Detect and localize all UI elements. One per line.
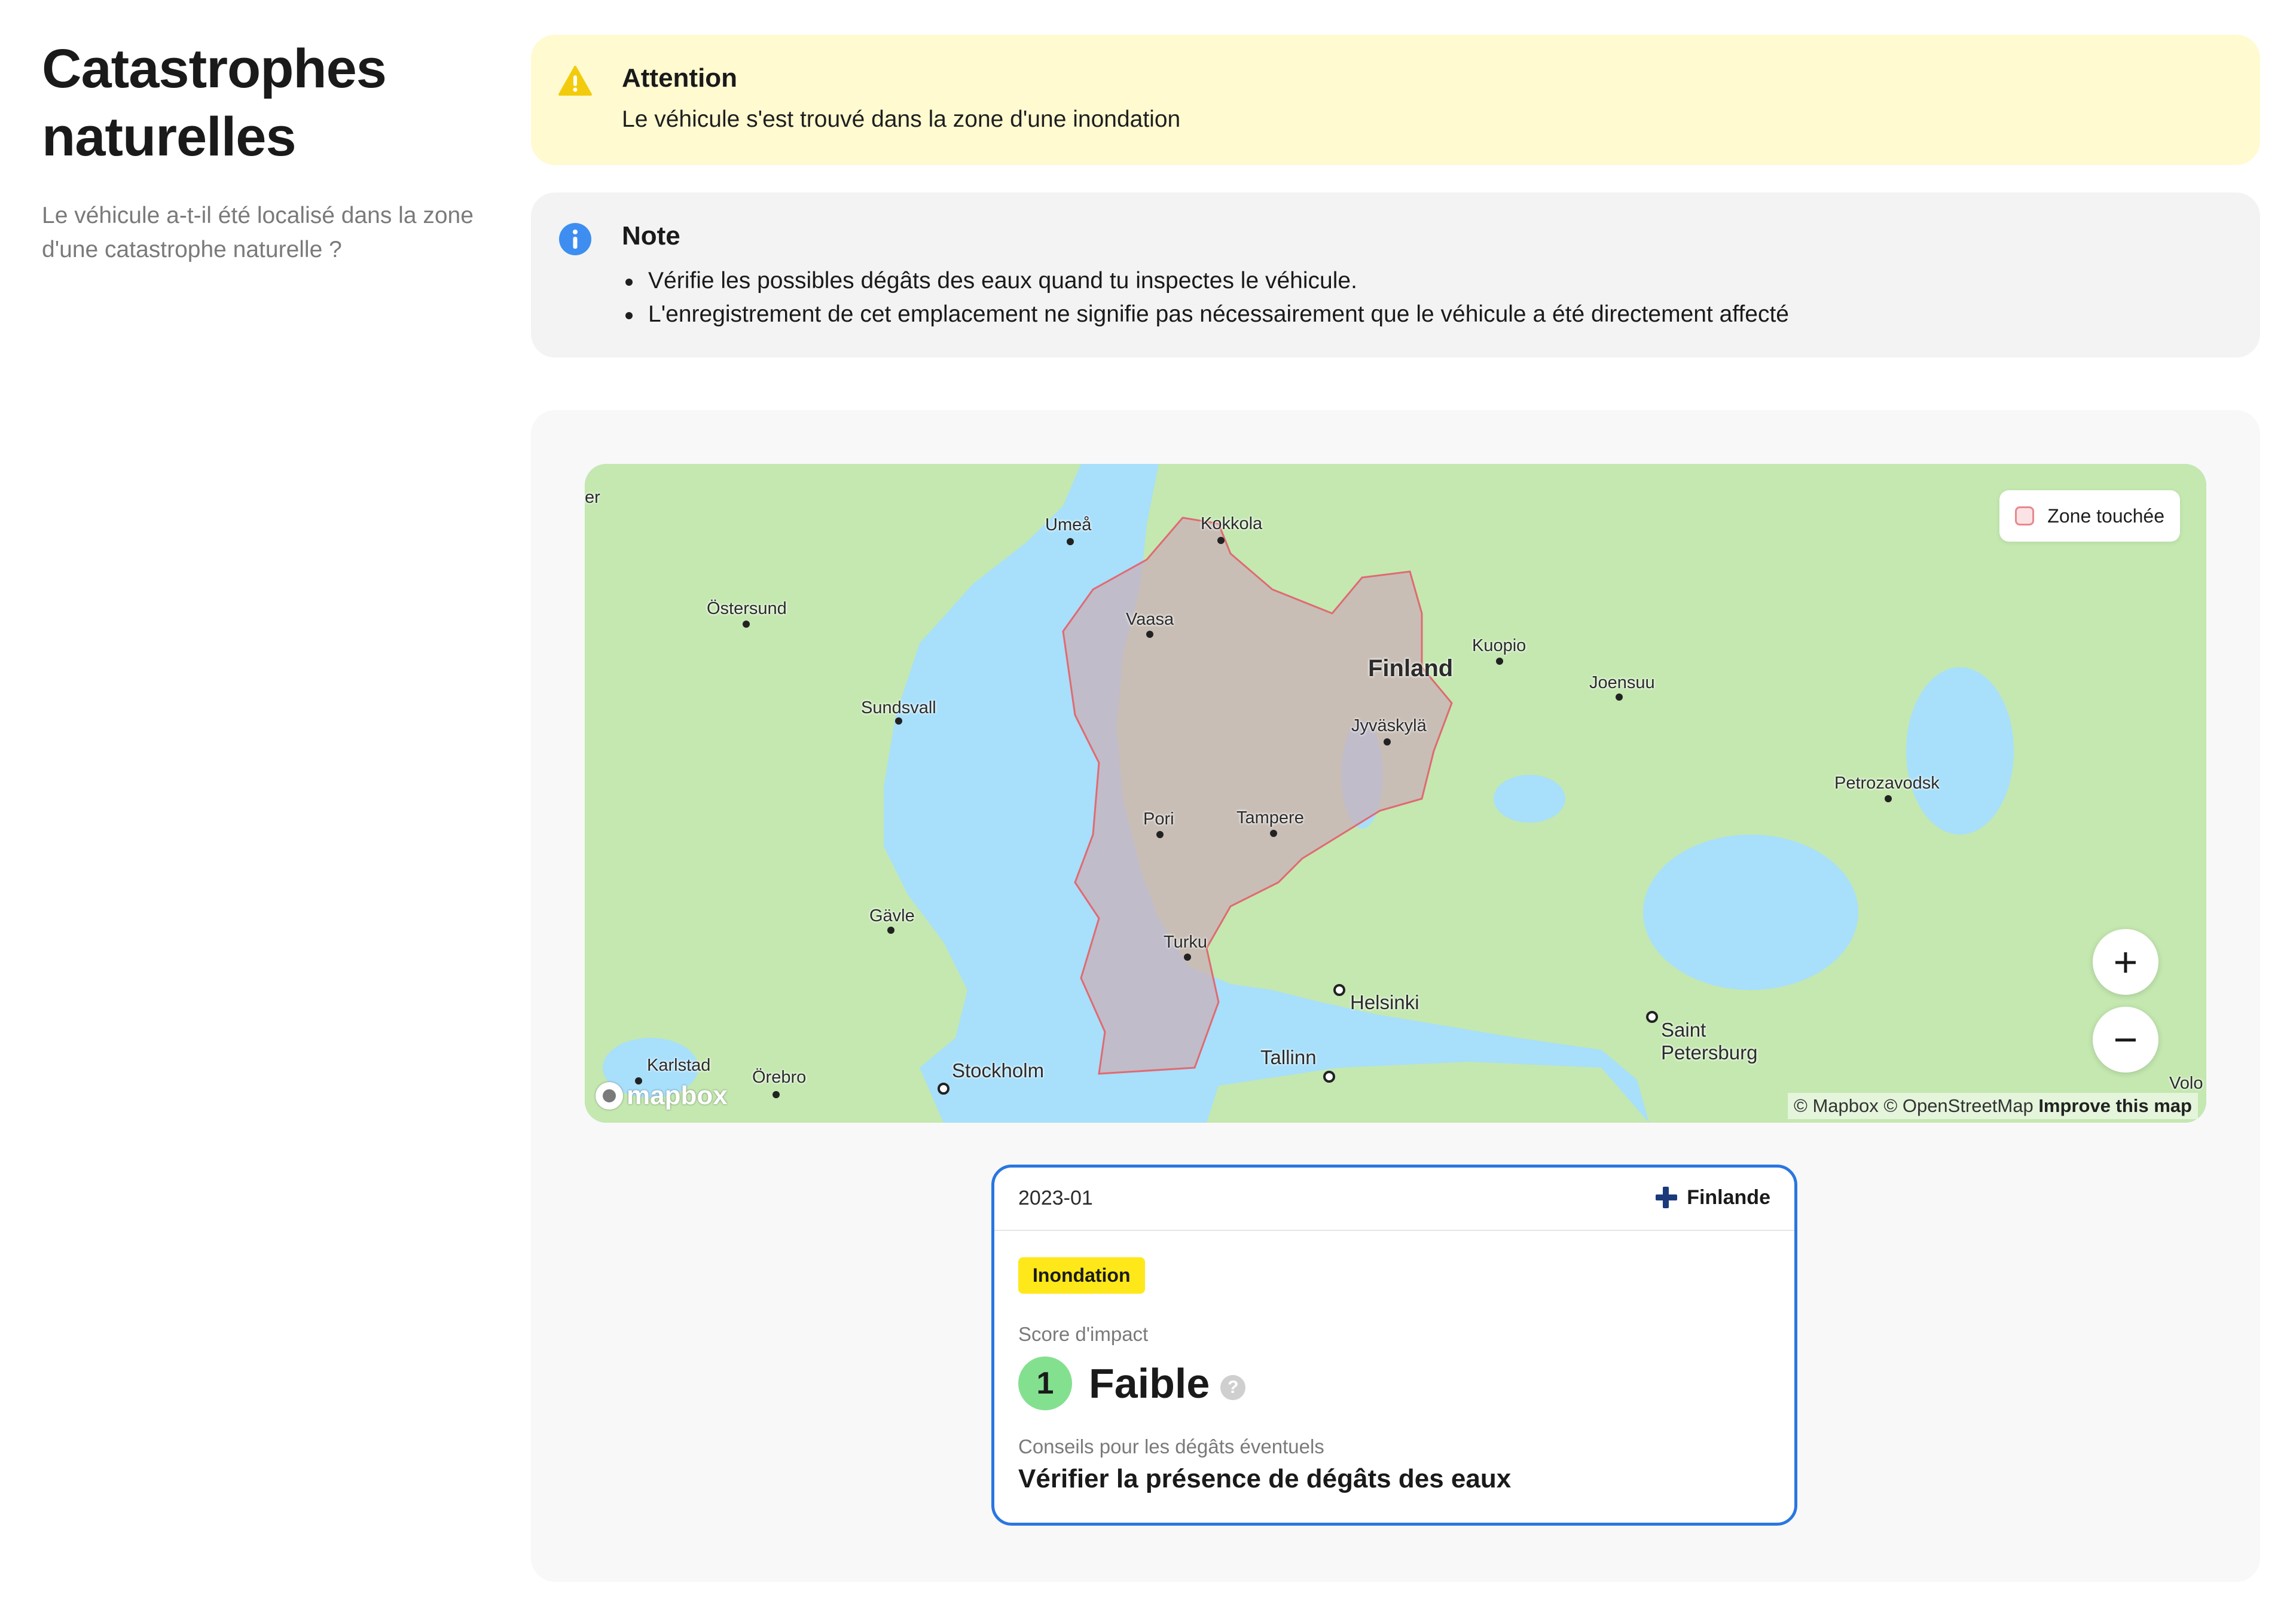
city-dot xyxy=(1646,1011,1658,1023)
card-header: 2023-01 Finlande xyxy=(994,1168,1794,1231)
page-subtitle: Le véhicule a-t-il été localisé dans la … xyxy=(42,203,474,262)
map-label: Kokkola xyxy=(1201,514,1263,533)
warning-triangle-icon xyxy=(558,66,592,96)
city-dot xyxy=(1067,538,1074,545)
map-label: Volo xyxy=(2169,1074,2203,1093)
event-type-badge: Inondation xyxy=(1018,1257,1145,1294)
advice-text: Vérifier la présence de dégâts des eaux xyxy=(1018,1464,1512,1493)
legend-swatch xyxy=(2015,506,2035,525)
mapbox-logo[interactable]: mapbox xyxy=(596,1081,728,1111)
city-dot xyxy=(938,1083,949,1095)
map-canvas[interactable] xyxy=(585,464,2206,1123)
map-view[interactable]: er Umeå Kokkola Östersund Vaasa Kuopio F… xyxy=(585,464,2206,1123)
city-dot xyxy=(1156,831,1164,838)
page-title: Catastrophes naturelles xyxy=(42,38,387,167)
warning-title: Attention xyxy=(622,63,738,93)
city-dot xyxy=(1146,631,1153,638)
map-label: Saint xyxy=(1661,1019,1706,1041)
map-label: Helsinki xyxy=(1350,991,1419,1013)
lake-onega xyxy=(1906,667,2014,835)
map-label: Petersburg xyxy=(1661,1041,1758,1064)
legend-label: Zone touchée xyxy=(2047,505,2164,527)
map-label: Umeå xyxy=(1045,515,1092,534)
disaster-event-card[interactable]: 2023-01 Finlande Inondation Score d'impa… xyxy=(991,1165,1797,1526)
city-dot xyxy=(773,1091,780,1098)
mapbox-logo-text: mapbox xyxy=(627,1081,728,1110)
warning-text: Le véhicule s'est trouvé dans la zone d'… xyxy=(622,106,1181,132)
score-label: Score d'impact xyxy=(1018,1323,1149,1345)
map-label: Turku xyxy=(1164,933,1208,952)
map-panel: er Umeå Kokkola Östersund Vaasa Kuopio F… xyxy=(531,410,2260,1582)
score-row: 1 Faible ? xyxy=(1018,1356,1246,1410)
city-dot xyxy=(1885,795,1892,802)
city-dot xyxy=(887,927,894,934)
map-label: er xyxy=(585,488,600,507)
map-label: Vaasa xyxy=(1126,610,1174,629)
info-circle-icon xyxy=(559,223,591,255)
map-label: Tallinn xyxy=(1260,1046,1317,1068)
country-name: Finlande xyxy=(1687,1186,1770,1209)
city-dot xyxy=(1333,984,1345,996)
score-value: 1 xyxy=(1018,1356,1072,1410)
map-attribution: © Mapbox © OpenStreetMap Improve this ma… xyxy=(1788,1093,2198,1119)
lake-saimaa xyxy=(1494,775,1565,823)
zoom-in-button[interactable]: + xyxy=(2093,929,2158,995)
event-date: 2023-01 xyxy=(1018,1187,1093,1209)
note-item: Vérifie les possibles dégâts des eaux qu… xyxy=(622,264,1789,298)
score-text: Faible xyxy=(1089,1360,1210,1407)
city-dot xyxy=(1270,830,1277,837)
map-label: Karlstad xyxy=(647,1056,711,1075)
alerts-column: Attention Le véhicule s'est trouvé dans … xyxy=(531,35,2260,358)
map-label: Östersund xyxy=(707,599,787,618)
event-country: Finlande xyxy=(1654,1186,1770,1209)
city-dot xyxy=(1616,693,1623,701)
note-list: Vérifie les possibles dégâts des eaux qu… xyxy=(622,264,1789,331)
map-label: Joensuu xyxy=(1589,673,1655,692)
zoom-out-button[interactable]: − xyxy=(2093,1007,2158,1073)
lake-ladoga xyxy=(1643,835,1858,990)
attribution-text[interactable]: © Mapbox © OpenStreetMap xyxy=(1794,1095,2034,1116)
note-alert: Note Vérifie les possibles dégâts des ea… xyxy=(531,193,2260,358)
help-icon[interactable]: ? xyxy=(1220,1375,1246,1400)
city-dot xyxy=(1217,537,1225,544)
map-label: Sundsvall xyxy=(861,698,936,717)
note-item: L'enregistrement de cet emplacement ne s… xyxy=(622,298,1789,331)
note-title: Note xyxy=(622,221,680,250)
city-dot xyxy=(1496,658,1503,665)
city-dot xyxy=(1184,954,1191,961)
map-legend: Zone touchée xyxy=(1999,490,2180,542)
city-dot xyxy=(895,717,902,725)
map-label: Finland xyxy=(1368,655,1454,682)
city-dot xyxy=(743,621,750,628)
warning-alert: Attention Le véhicule s'est trouvé dans … xyxy=(531,35,2260,165)
map-label: Gävle xyxy=(869,906,915,925)
map-label: Örebro xyxy=(752,1068,807,1087)
finland-flag-icon xyxy=(1656,1187,1678,1208)
mapbox-logo-icon xyxy=(596,1082,623,1110)
advice-label: Conseils pour les dégâts éventuels xyxy=(1018,1435,1324,1458)
left-column: Catastrophes naturelles Le véhicule a-t-… xyxy=(42,35,496,267)
map-label: Jyväskylä xyxy=(1351,716,1427,735)
map-label: Petrozavodsk xyxy=(1834,774,1940,793)
city-dot xyxy=(1384,738,1391,745)
city-dot xyxy=(1323,1071,1335,1083)
map-label: Tampere xyxy=(1236,808,1304,827)
map-label: Pori xyxy=(1143,809,1174,829)
improve-map-link[interactable]: Improve this map xyxy=(2038,1095,2192,1116)
map-label: Stockholm xyxy=(952,1059,1045,1081)
map-label: Kuopio xyxy=(1472,636,1526,655)
